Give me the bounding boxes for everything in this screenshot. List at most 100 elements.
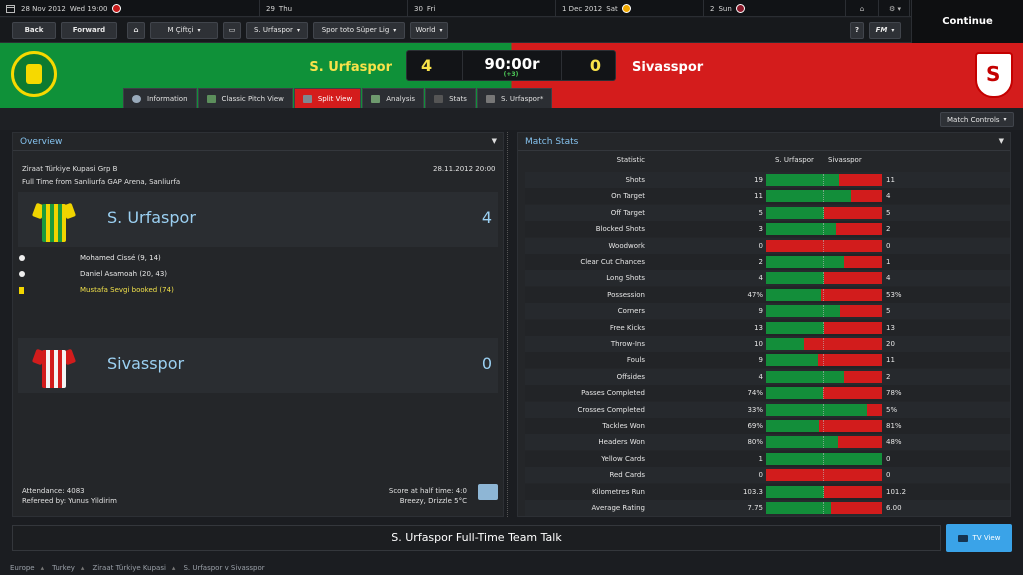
stat-row[interactable]: Tackles Won 69% 81% [525, 418, 1010, 434]
overview-menu-icon[interactable]: ▼ [492, 137, 497, 145]
tab-split-view[interactable]: Split View [293, 88, 362, 108]
tab-team[interactable]: S. Urfaspor* [476, 88, 553, 108]
stat-row[interactable]: On Target 11 4 [525, 188, 1010, 205]
tab-stats[interactable]: Stats [425, 88, 476, 108]
away-stat-value: 4 [886, 274, 891, 283]
stat-row[interactable]: Red Cards 0 0 [525, 467, 1010, 484]
breadcrumb-item[interactable]: Turkey [52, 564, 75, 572]
tab-information[interactable]: Information [123, 88, 197, 108]
inbox-button[interactable]: ▭ [223, 21, 241, 39]
home-club-crest[interactable] [11, 51, 57, 97]
world-label: World [415, 26, 436, 34]
match-date: 28.11.2012 20:00 [433, 165, 496, 173]
breadcrumb-arrow-icon[interactable]: ▴ [172, 564, 176, 572]
stat-column-header[interactable]: Statistic [525, 156, 645, 164]
calendar-date: 28 Nov 2012 [21, 4, 66, 13]
forward-button[interactable]: Forward [61, 21, 117, 39]
back-button[interactable]: Back [12, 21, 56, 39]
overview-header: Overview ▼ [13, 133, 503, 151]
stat-row[interactable]: Clear Cut Chances 2 1 [525, 254, 1010, 270]
club-badge-icon[interactable] [621, 4, 631, 13]
stat-name: Clear Cut Chances [580, 258, 645, 266]
tab-analysis[interactable]: Analysis [362, 88, 425, 108]
breadcrumb-arrow-icon[interactable]: ▴ [41, 564, 45, 572]
stat-row[interactable]: Off Target 5 5 [525, 204, 1010, 221]
info-icon [132, 94, 141, 103]
stat-row[interactable]: Free Kicks 13 13 [525, 319, 1010, 336]
calendar-day[interactable]: 1 Dec 2012 Sat [556, 0, 704, 17]
home-share-fill [766, 452, 882, 465]
split-icon [302, 94, 312, 103]
home-stat-value: 103.3 [742, 487, 763, 496]
stat-row[interactable]: Yellow Cards 1 0 [525, 450, 1010, 467]
match-event[interactable]: Mustafa Sevgi booked (74) [19, 286, 174, 294]
away-stat-value: 53% [886, 290, 902, 299]
event-text: Mohamed Cissé (9, 14) [80, 254, 161, 262]
continue-button[interactable]: Continue [911, 0, 1023, 43]
away-team-name[interactable]: Sivasspor [632, 60, 703, 75]
club-menu[interactable]: S. Urfaspor [246, 21, 308, 39]
home-team-title[interactable]: S. Urfaspor [107, 208, 196, 227]
fm-menu[interactable]: FM [869, 21, 901, 39]
event-text: Mustafa Sevgi booked (74) [80, 286, 174, 294]
breadcrumb-item[interactable]: S. Urfaspor v Sivasspor [183, 564, 264, 572]
stat-row[interactable]: Fouls 9 11 [525, 352, 1010, 369]
home-icon[interactable]: ⌂ [845, 0, 878, 17]
help-button[interactable]: ? [850, 21, 864, 39]
match-event[interactable]: Daniel Asamoah (20, 43) [19, 270, 167, 278]
stat-row[interactable]: Kilometres Run 103.3 101.2 [525, 483, 1010, 500]
stat-row[interactable]: Throw-Ins 10 20 [525, 336, 1010, 352]
home-column-header[interactable]: S. Urfaspor [775, 156, 814, 164]
away-stat-value: 20 [886, 340, 895, 348]
home-share-fill [766, 502, 831, 514]
stat-name: Throw-Ins [610, 340, 645, 348]
match-controls-button[interactable]: Match Controls [940, 112, 1014, 127]
stat-name: Red Cards [609, 471, 645, 480]
stat-row[interactable]: Long Shots 4 4 [525, 270, 1010, 287]
stat-row[interactable]: Passes Completed 74% 78% [525, 385, 1010, 402]
yellow-card-icon [19, 286, 24, 294]
away-stat-value: 2 [886, 225, 891, 234]
home-share-fill [766, 338, 805, 350]
away-team-title[interactable]: Sivasspor [107, 354, 184, 373]
stat-row[interactable]: Corners 9 5 [525, 303, 1010, 320]
breadcrumb-arrow-icon[interactable]: ▴ [81, 564, 85, 572]
panel-splitter[interactable] [507, 132, 513, 517]
home-stat-value: 2 [758, 258, 763, 266]
stat-row[interactable]: Crosses Completed 33% 5% [525, 401, 1010, 418]
stat-row[interactable]: Shots 19 11 [525, 172, 1010, 188]
breadcrumb-item[interactable]: Europe [10, 564, 35, 572]
home-stat-value: 74% [747, 389, 763, 398]
stat-comparison-bar [766, 288, 882, 301]
home-nav-button[interactable]: ⌂ [127, 21, 145, 39]
match-event[interactable]: Mohamed Cissé (9, 14) [19, 254, 161, 262]
manager-menu[interactable]: M Çiftçi [150, 21, 218, 39]
stat-row[interactable]: Woodwork 0 0 [525, 237, 1010, 254]
settings-icon[interactable]: ⚙ ▾ [878, 0, 911, 17]
away-column-header[interactable]: Sivasspor [828, 156, 862, 164]
stat-row[interactable]: Headers Won 80% 48% [525, 434, 1010, 451]
away-club-crest[interactable] [975, 52, 1013, 98]
away-stat-value: 5 [886, 208, 891, 217]
calendar-sub: Wed 19:00 [69, 4, 108, 13]
stats-menu-icon[interactable]: ▼ [999, 137, 1004, 145]
team-talk-button[interactable]: S. Urfaspor Full-Time Team Talk [12, 525, 941, 551]
away-stat-value: 81% [886, 422, 902, 430]
stat-row[interactable]: Possession 47% 53% [525, 286, 1010, 303]
home-share-fill [766, 288, 821, 301]
league-menu[interactable]: Spor toto Süper Lig [313, 21, 405, 39]
calendar-day[interactable]: 30 Fri [408, 0, 556, 17]
world-menu[interactable]: World [410, 21, 448, 39]
calendar-day[interactable]: 28 Nov 2012 Wed 19:00 [0, 0, 260, 17]
stat-row[interactable]: Offsides 4 2 [525, 368, 1010, 385]
stat-row[interactable]: Blocked Shots 3 2 [525, 221, 1010, 238]
breadcrumb-item[interactable]: Ziraat Türkiye Kupasi [92, 564, 165, 572]
stat-row[interactable]: Average Rating 7.75 6.00 [525, 500, 1010, 516]
club-badge-icon[interactable] [735, 4, 745, 13]
home-team-name[interactable]: S. Urfaspor [240, 60, 392, 75]
calendar-day[interactable]: 29 Thu [260, 0, 408, 17]
club-badge-icon[interactable] [111, 4, 121, 13]
tab-classic-pitch-view[interactable]: Classic Pitch View [197, 88, 293, 108]
home-share-fill [766, 403, 867, 416]
tv-view-button[interactable]: TV View [946, 524, 1012, 552]
